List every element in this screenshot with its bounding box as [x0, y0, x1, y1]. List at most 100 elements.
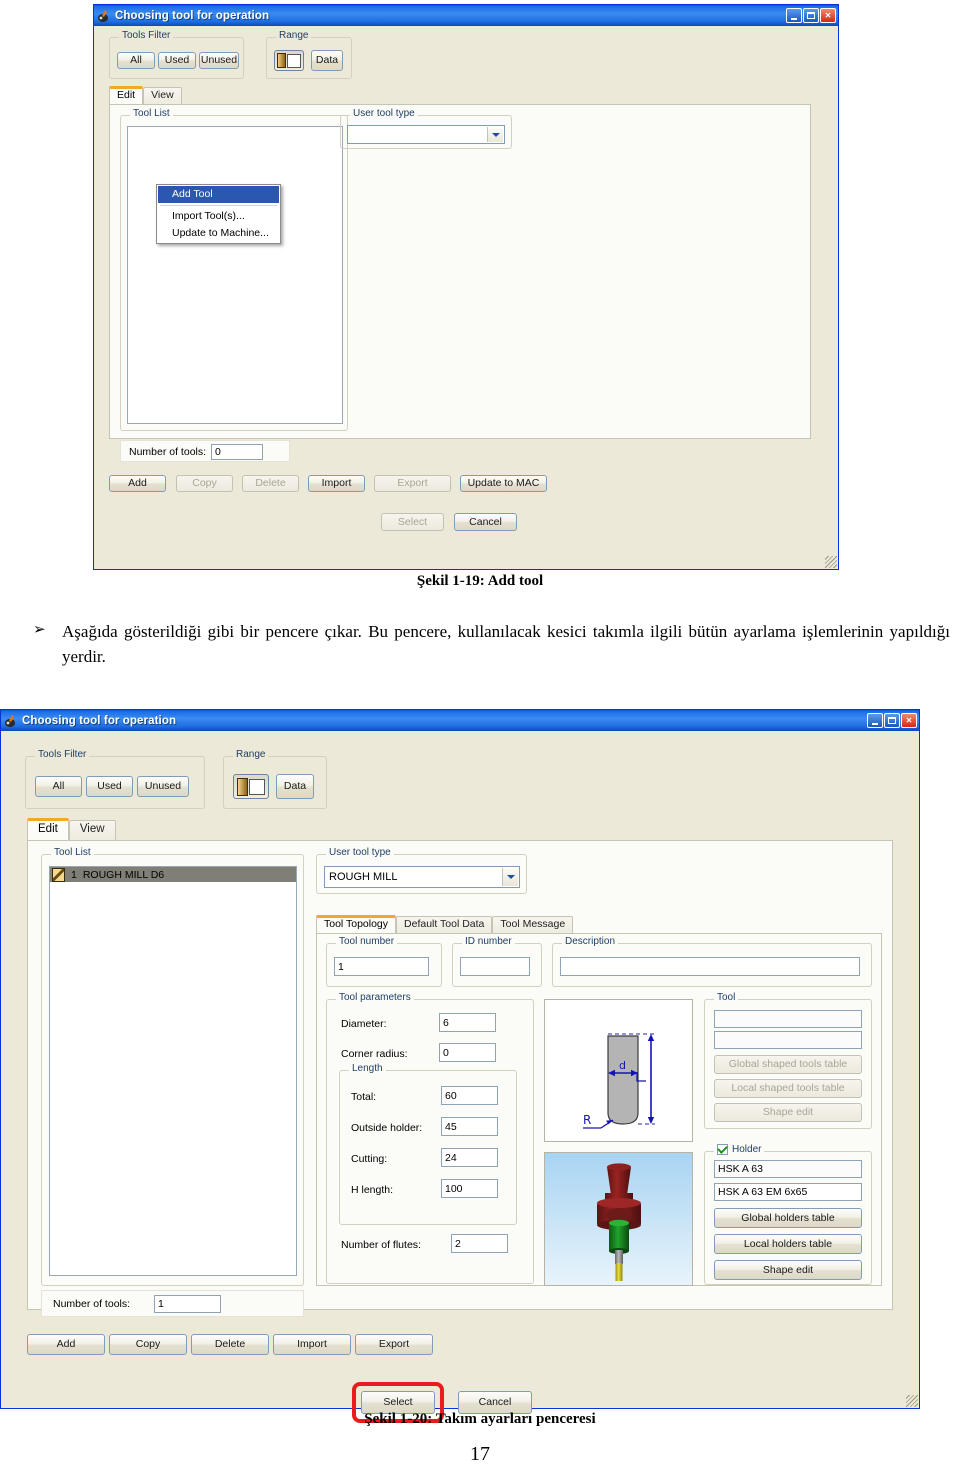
range-data-button[interactable]: Data — [276, 774, 314, 799]
diameter-input[interactable]: 6 — [439, 1013, 496, 1032]
number-of-flutes-input[interactable]: 2 — [451, 1234, 508, 1253]
resize-grip[interactable] — [906, 1395, 918, 1407]
tab-default-tool-data[interactable]: Default Tool Data — [396, 916, 493, 933]
svg-text:d: d — [619, 1059, 626, 1072]
outside-holder-input[interactable]: 45 — [441, 1117, 498, 1136]
add-button[interactable]: Add — [27, 1334, 105, 1355]
dialog1-tabstrip[interactable]: Edit View — [109, 86, 182, 104]
filter-used-button[interactable]: Used — [86, 776, 133, 797]
local-holders-table-button[interactable]: Local holders table — [714, 1234, 862, 1254]
cutting-input[interactable]: 24 — [441, 1148, 498, 1167]
tab-edit[interactable]: Edit — [27, 818, 69, 840]
holder-field-1[interactable]: HSK A 63 — [714, 1160, 862, 1178]
filter-used-button[interactable]: Used — [158, 52, 196, 69]
body-paragraph: Aşağıda gösterildiği gibi bir pencere çı… — [62, 622, 950, 666]
tool-list-group: Tool List — [120, 108, 348, 431]
list-item-name: ROUGH MILL D6 — [82, 868, 165, 881]
context-menu-item-import-tools[interactable]: Import Tool(s)... — [158, 208, 279, 225]
filter-all-button[interactable]: All — [117, 52, 155, 69]
context-menu-item-update-to-machine[interactable]: Update to Machine... — [158, 225, 279, 242]
export-button[interactable]: Export — [355, 1334, 433, 1355]
h-length-label: H length: — [351, 1184, 394, 1196]
id-number-legend: ID number — [462, 936, 515, 947]
tab-view[interactable]: View — [68, 820, 116, 840]
range-tool-icon-button[interactable] — [233, 774, 269, 799]
tool-number-input[interactable]: 1 — [334, 957, 429, 976]
description-input[interactable] — [560, 957, 860, 976]
number-of-tools-row-1: Number of tools: 0 — [120, 440, 290, 462]
tools-filter-group: Tools Filter All Used Unused — [25, 749, 205, 809]
user-tool-type-combo[interactable]: ROUGH MILL — [324, 866, 520, 888]
tab-view[interactable]: View — [143, 87, 182, 104]
minimize-button[interactable] — [786, 8, 802, 23]
filter-unused-button[interactable]: Unused — [199, 52, 239, 69]
corner-radius-input[interactable]: 0 — [439, 1043, 496, 1062]
global-holders-table-button[interactable]: Global holders table — [714, 1208, 862, 1228]
import-button[interactable]: Import — [308, 475, 365, 492]
dialog2-window-controls[interactable]: ✕ — [867, 713, 917, 728]
dialog1-window-controls[interactable]: ✕ — [786, 8, 836, 23]
resize-grip[interactable] — [825, 556, 837, 568]
context-menu-item-add-tool[interactable]: Add Tool — [158, 186, 279, 204]
number-of-flutes-label: Number of flutes: — [341, 1239, 421, 1251]
tool-list[interactable] — [127, 126, 343, 424]
tool-list[interactable]: 1 ROUGH MILL D6 — [49, 866, 297, 1276]
range-data-button[interactable]: Data — [311, 50, 343, 71]
number-of-tools-label: Number of tools: — [53, 1298, 131, 1310]
chevron-down-icon[interactable] — [487, 127, 503, 142]
id-number-input[interactable] — [460, 957, 530, 976]
dialog2-tabstrip[interactable]: Edit View — [27, 818, 116, 840]
user-tool-type-combo[interactable] — [347, 125, 505, 144]
holder-field-2[interactable]: HSK A 63 EM 6x65 — [714, 1183, 862, 1201]
range-legend: Range — [276, 30, 312, 41]
number-of-tools-input[interactable]: 0 — [211, 444, 263, 460]
total-input[interactable]: 60 — [441, 1086, 498, 1105]
holder-shape-edit-button[interactable]: Shape edit — [714, 1260, 862, 1280]
cancel-button[interactable]: Cancel — [454, 513, 517, 531]
tool-range-icon — [237, 777, 265, 796]
add-button[interactable]: Add — [109, 475, 166, 492]
tab-edit[interactable]: Edit — [109, 86, 144, 104]
tab-tool-message[interactable]: Tool Message — [492, 916, 574, 933]
global-shaped-tools-table-button: Global shaped tools table — [714, 1055, 862, 1074]
description-legend: Description — [562, 936, 619, 947]
diameter-label: Diameter: — [341, 1018, 387, 1030]
delete-button[interactable]: Delete — [191, 1334, 269, 1355]
filter-unused-button[interactable]: Unused — [137, 776, 189, 797]
update-to-mac-button[interactable]: Update to MAC — [460, 475, 547, 492]
tool-name-field-2[interactable] — [714, 1031, 862, 1049]
dialog2-titlebar[interactable]: Choosing tool for operation ✕ — [1, 710, 919, 731]
tool-list-context-menu[interactable]: Add Tool Import Tool(s)... Update to Mac… — [156, 184, 281, 245]
inner-tabstrip[interactable]: Tool Topology Default Tool Data Tool Mes… — [316, 915, 574, 933]
h-length-input[interactable]: 100 — [441, 1179, 498, 1198]
svg-text:R: R — [583, 1113, 591, 1127]
choosing-tool-dialog-1[interactable]: Choosing tool for operation ✕ Tools Filt… — [93, 4, 839, 570]
app-icon — [97, 9, 111, 23]
tool-parameters-group: Tool parameters Diameter: 6 Corner radiu… — [326, 992, 534, 1284]
export-button: Export — [374, 475, 451, 492]
number-of-tools-input[interactable]: 1 — [154, 1295, 221, 1313]
tools-filter-group: Tools Filter All Used Unused — [109, 30, 244, 79]
dialog1-titlebar[interactable]: Choosing tool for operation ✕ — [94, 5, 838, 26]
length-group: Length Total: 60 Outside holder: 45 Cutt… — [339, 1063, 517, 1225]
chevron-down-icon[interactable] — [502, 868, 518, 886]
delete-button: Delete — [242, 475, 299, 492]
minimize-button[interactable] — [867, 713, 883, 728]
list-item[interactable]: 1 ROUGH MILL D6 — [50, 867, 296, 882]
app-icon — [4, 714, 18, 728]
tool-list-legend: Tool List — [51, 847, 94, 858]
choosing-tool-dialog-2[interactable]: Choosing tool for operation ✕ Tools Filt… — [0, 709, 920, 1423]
tools-filter-legend: Tools Filter — [119, 30, 174, 41]
tab-tool-topology[interactable]: Tool Topology — [316, 915, 397, 933]
tool-name-field-1[interactable] — [714, 1010, 862, 1028]
range-tool-icon-button[interactable] — [274, 50, 304, 71]
holder-checkbox[interactable] — [717, 1144, 728, 1155]
close-icon[interactable]: ✕ — [820, 8, 836, 23]
copy-button[interactable]: Copy — [109, 1334, 187, 1355]
bullet-marker: ➢ — [33, 620, 46, 638]
filter-all-button[interactable]: All — [35, 776, 82, 797]
import-button[interactable]: Import — [273, 1334, 351, 1355]
maximize-button[interactable] — [884, 713, 900, 728]
close-icon[interactable]: ✕ — [901, 713, 917, 728]
maximize-button[interactable] — [803, 8, 819, 23]
